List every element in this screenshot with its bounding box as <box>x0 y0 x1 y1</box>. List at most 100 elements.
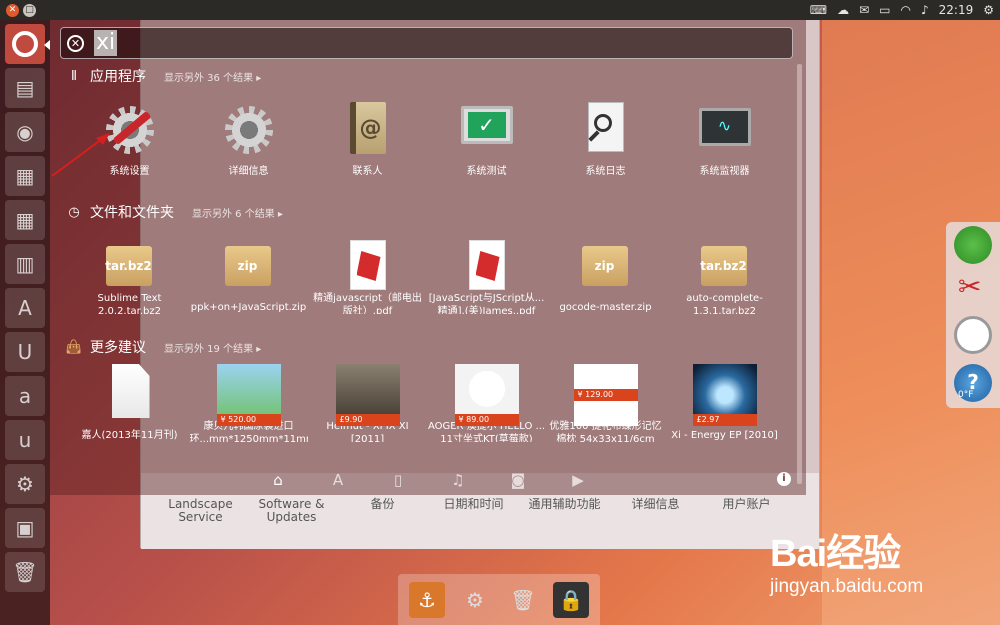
video-lens-icon[interactable]: ▶ <box>568 471 588 489</box>
result-file[interactable]: zip gocode-master.zip <box>546 234 665 314</box>
result-suggestion[interactable]: ¥ 89.00 AOGER 澳捷尔 HELLO ... 11寸坐式KT(草莓款) <box>427 362 546 442</box>
workspaces-launcher-icon[interactable]: ▣ <box>5 508 45 548</box>
photos-lens-icon[interactable]: ◙ <box>508 471 528 489</box>
result-suggestion[interactable]: 嘉人(2013年11月刊) <box>70 362 189 442</box>
result-contacts[interactable]: @ 联系人 <box>308 98 427 178</box>
clock-category-icon: ◷ <box>68 204 80 220</box>
dash-home-button[interactable] <box>5 24 45 64</box>
software-center-launcher-icon[interactable]: A <box>5 288 45 328</box>
result-system-log[interactable]: 系统日志 <box>546 98 665 178</box>
gear-icon[interactable]: ⚙ <box>983 3 994 17</box>
applications-category-icon: ⫴ <box>71 68 77 84</box>
window-controls: ✕ □ <box>6 3 36 17</box>
show-more-link[interactable]: 显示另外 19 个结果 ▸ <box>164 340 261 355</box>
result-system-testing[interactable]: ✓ 系统测试 <box>427 98 546 178</box>
ubuntu-one-music-launcher-icon[interactable]: u <box>5 420 45 460</box>
applications-lens-icon[interactable]: A <box>328 471 348 489</box>
watermark-brand: Bai经验 <box>770 533 901 575</box>
clear-search-icon[interactable]: ✕ <box>67 34 84 52</box>
firefox-launcher-icon[interactable]: ◉ <box>5 112 45 152</box>
trash-icon[interactable]: 🗑 <box>505 582 541 618</box>
result-label: 联系人 <box>352 166 383 178</box>
product-thumb: ¥ 520.00 <box>216 362 281 426</box>
result-suggestion[interactable]: ¥ 129.00 优雅100 提花布蝶形记忆棉枕 54x33x11/6cm <box>546 362 665 442</box>
writer-launcher-icon[interactable]: ▦ <box>5 156 45 196</box>
files-results: tar.bz2 Sublime Text 2.0.2.tar.bz2 zip p… <box>70 234 785 314</box>
system-testing-icon: ✓ <box>455 98 519 161</box>
result-suggestion[interactable]: ¥ 520.00 康贝儿韩国原装进口环...mm*1250mm*11mm <box>189 362 308 442</box>
cloud-icon[interactable]: ☁ <box>837 3 849 17</box>
category-title: 更多建议 <box>90 340 146 356</box>
setting-backup[interactable]: 备份 <box>337 498 428 524</box>
clock[interactable]: 22:19 <box>939 3 974 17</box>
launcher: ▤ ◉ ▦ ▦ ▥ A U a u ⚙ ▣ 🗑 <box>0 20 50 625</box>
amazon-launcher-icon[interactable]: a <box>5 376 45 416</box>
result-label: ppk+on+JavaScript.zip <box>190 302 307 314</box>
result-file[interactable]: tar.bz2 Sublime Text 2.0.2.tar.bz2 <box>70 234 189 314</box>
result-label: auto-complete-1.3.1.tar.bz2 <box>686 293 763 314</box>
result-file[interactable]: tar.bz2 auto-complete-1.3.1.tar.bz2 <box>665 234 784 314</box>
details-gear-icon <box>217 98 281 161</box>
result-suggestion[interactable]: £2.97 Xi - Energy EP [2010] <box>665 362 784 442</box>
trash-launcher-icon[interactable]: 🗑 <box>5 552 45 592</box>
result-details[interactable]: 详细信息 <box>189 98 308 178</box>
setting-landscape[interactable]: Landscape Service <box>155 498 246 524</box>
show-more-link[interactable]: 显示另外 6 个结果 ▸ <box>192 205 283 220</box>
system-monitor-icon: ∿ <box>693 98 757 161</box>
lock-screen-icon[interactable]: 🔒 <box>553 581 589 618</box>
ubuntu-one-launcher-icon[interactable]: U <box>5 332 45 372</box>
result-file[interactable]: 精通javascript（邮电出版社）.pdf <box>308 234 427 314</box>
scissors-icon[interactable]: ✂ <box>958 270 981 303</box>
battery-icon[interactable]: ▭ <box>879 3 890 17</box>
info-icon[interactable]: i <box>777 472 791 486</box>
files-launcher-icon[interactable]: ▤ <box>5 68 45 108</box>
system-log-icon <box>574 98 638 161</box>
close-button[interactable]: ✕ <box>6 3 19 17</box>
baidu-watermark: Bai经验 jingyan.baidu.com <box>770 518 990 618</box>
result-file[interactable]: [JavaScript与JScript从...精通].(美)James..pdf <box>427 234 546 314</box>
suggestions-results: 嘉人(2013年11月刊) ¥ 520.00 康贝儿韩国原装进口环...mm*1… <box>70 362 785 442</box>
applications-results: 系统设置 详细信息 @ 联系人 ✓ 系统测试 系统日志 ∿ 系统监视器 <box>70 98 785 178</box>
result-label: 系统测试 <box>466 166 507 178</box>
impress-launcher-icon[interactable]: ▥ <box>5 244 45 284</box>
calc-launcher-icon[interactable]: ▦ <box>5 200 45 240</box>
result-file[interactable]: zip ppk+on+JavaScript.zip <box>189 234 308 314</box>
result-label: [JavaScript与JScript从...精通].(美)James..pdf <box>428 293 545 314</box>
green-button-widget-icon[interactable] <box>954 226 992 264</box>
result-suggestion[interactable]: £9.90 Helmut - XI IX XI [2011] <box>308 362 427 442</box>
setting-software-updates[interactable]: Software & Updates <box>246 498 337 524</box>
speaker-icon[interactable]: ♪ <box>921 3 929 17</box>
setting-accessibility[interactable]: 通用辅助功能 <box>519 498 610 524</box>
document-icon <box>98 362 162 425</box>
clock-widget-icon[interactable] <box>954 316 992 354</box>
search-input[interactable]: xi <box>94 30 118 56</box>
wifi-icon[interactable]: ◠ <box>900 3 910 17</box>
archive-icon: tar.bz2 <box>693 234 757 288</box>
files-lens-icon[interactable]: ▯ <box>388 471 408 489</box>
dock: ⚓ ⚙ 🗑 🔒 <box>398 574 600 625</box>
mail-icon[interactable]: ✉ <box>859 3 869 17</box>
maximize-button[interactable]: □ <box>23 3 36 17</box>
dash-scrollbar[interactable] <box>797 64 802 484</box>
show-more-link[interactable]: 显示另外 36 个结果 ▸ <box>164 69 261 84</box>
keyboard-icon[interactable]: ⌨ <box>810 3 827 17</box>
setting-date-time[interactable]: 日期和时间 <box>428 498 519 524</box>
result-label: 系统监视器 <box>699 166 750 178</box>
category-suggestions: 👜 更多建议 显示另外 19 个结果 ▸ <box>66 337 261 357</box>
setting-details[interactable]: 详细信息 <box>610 498 701 524</box>
lens-bar: ⌂ A ▯ ♫ ◙ ▶ <box>50 465 806 495</box>
settings-launcher-icon[interactable]: ⚙ <box>5 464 45 504</box>
dash: ✕ xi ⫴ 应用程序 显示另外 36 个结果 ▸ 系统设置 详细信息 @ 联系… <box>50 20 806 495</box>
home-lens-icon[interactable]: ⌂ <box>268 471 288 489</box>
pdf-icon <box>455 234 519 290</box>
pdf-icon <box>336 234 400 290</box>
result-system-monitor[interactable]: ∿ 系统监视器 <box>665 98 784 178</box>
result-label: 系统日志 <box>585 166 626 178</box>
category-title: 应用程序 <box>90 69 146 85</box>
system-settings-icon[interactable]: ⚙ <box>457 582 493 618</box>
music-lens-icon[interactable]: ♫ <box>448 471 468 489</box>
anchor-icon[interactable]: ⚓ <box>409 581 445 618</box>
result-label: Xi - Energy EP [2010] <box>671 430 778 442</box>
category-files: ◷ 文件和文件夹 显示另外 6 个结果 ▸ <box>66 202 283 222</box>
search-bar[interactable]: ✕ xi <box>60 27 793 59</box>
